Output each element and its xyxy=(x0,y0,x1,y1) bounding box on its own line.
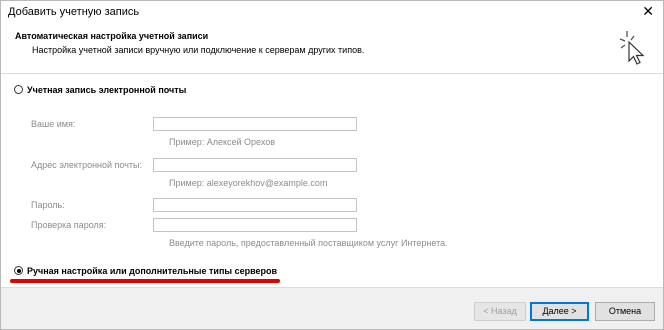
title-bar: Добавить учетную запись ✕ xyxy=(1,1,663,23)
next-button[interactable]: Далее > xyxy=(530,302,589,321)
email-input[interactable] xyxy=(153,158,357,172)
name-label: Ваше имя: xyxy=(31,119,76,129)
password-label: Пароль: xyxy=(31,200,65,210)
header-title: Автоматическая настройка учетной записи xyxy=(15,31,209,41)
manual-setup-label[interactable]: Ручная настройка или дополнительные типы… xyxy=(27,266,277,276)
header-subtitle: Настройка учетной записи вручную или под… xyxy=(32,45,365,55)
password-confirm-input[interactable] xyxy=(153,218,357,232)
wizard-header: Автоматическая настройка учетной записи … xyxy=(1,23,663,74)
name-input[interactable] xyxy=(153,117,357,131)
pointer-sparkle-icon xyxy=(619,31,645,65)
add-account-dialog: Добавить учетную запись ✕ Автоматическая… xyxy=(0,0,664,330)
back-button[interactable]: < Назад xyxy=(474,302,526,321)
email-account-label[interactable]: Учетная запись электронной почты xyxy=(27,85,186,95)
wizard-body: Учетная запись электронной почты Ваше им… xyxy=(1,74,663,288)
manual-setup-radio[interactable] xyxy=(14,266,23,275)
password-confirm-label: Проверка пароля: xyxy=(31,220,107,230)
email-label: Адрес электронной почты: xyxy=(31,160,143,170)
email-hint: Пример: alexeyorekhov@example.com xyxy=(169,178,328,188)
cancel-button[interactable]: Отмена xyxy=(595,302,655,321)
password-input[interactable] xyxy=(153,198,357,212)
close-icon[interactable]: ✕ xyxy=(642,3,654,19)
email-account-radio[interactable] xyxy=(14,85,23,94)
password-hint: Введите пароль, предоставленный поставщи… xyxy=(169,238,448,248)
highlight-underline xyxy=(10,279,280,283)
window-title: Добавить учетную запись xyxy=(8,6,140,18)
name-hint: Пример: Алексей Орехов xyxy=(169,137,276,147)
